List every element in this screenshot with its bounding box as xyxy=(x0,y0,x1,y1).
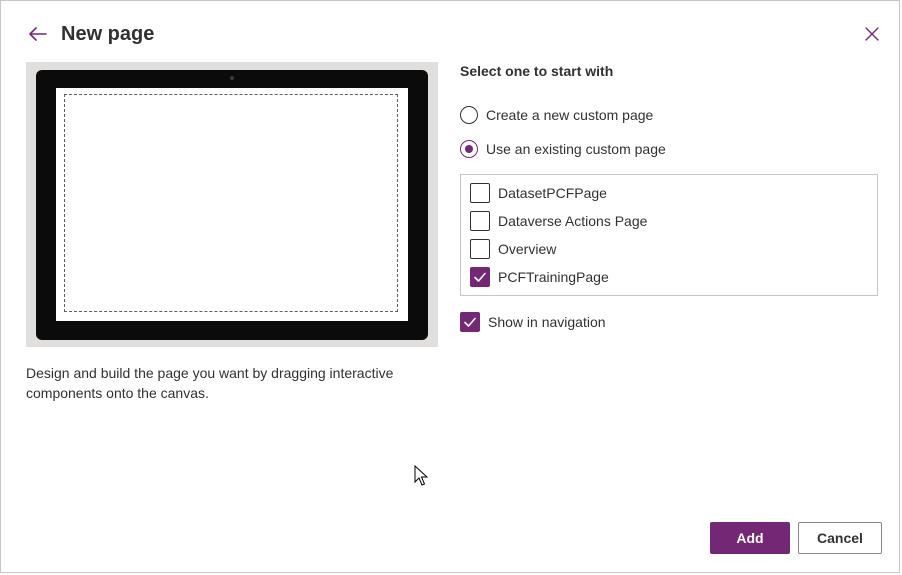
checkbox[interactable] xyxy=(470,211,490,231)
section-label: Select one to start with xyxy=(460,63,614,79)
checkbox[interactable] xyxy=(470,183,490,203)
radio-use-existing[interactable]: Use an existing custom page xyxy=(460,139,666,159)
radio-label: Create a new custom page xyxy=(486,107,654,123)
list-item-pcftrainingpage[interactable]: PCFTrainingPage xyxy=(470,267,609,287)
radio-button-selected[interactable] xyxy=(460,140,478,158)
canvas-placeholder xyxy=(64,94,398,312)
page-description: Design and build the page you want by dr… xyxy=(26,365,394,401)
cancel-button[interactable]: Cancel xyxy=(798,522,882,554)
show-in-navigation-label: Show in navigation xyxy=(488,314,606,330)
list-item-label: PCFTrainingPage xyxy=(498,269,609,285)
back-arrow-icon[interactable] xyxy=(27,23,49,45)
radio-label: Use an existing custom page xyxy=(486,141,666,157)
list-item-label: Overview xyxy=(498,241,557,257)
checkbox-checked[interactable] xyxy=(470,267,490,287)
list-item-label: Dataverse Actions Page xyxy=(498,213,648,229)
list-item-label: DatasetPCFPage xyxy=(498,185,607,201)
radio-button[interactable] xyxy=(460,106,478,124)
mouse-pointer-icon xyxy=(414,464,429,487)
radio-create-new[interactable]: Create a new custom page xyxy=(460,105,653,125)
dialog-header: New page xyxy=(27,19,154,49)
list-item-dataverse-actions-page[interactable]: Dataverse Actions Page xyxy=(470,211,647,231)
checkmark-icon xyxy=(474,272,486,282)
dialog-title: New page xyxy=(61,22,155,45)
checkbox-checked[interactable] xyxy=(460,312,480,332)
checkbox[interactable] xyxy=(470,239,490,259)
close-icon[interactable] xyxy=(861,23,883,45)
list-item-datasetpcfpage[interactable]: DatasetPCFPage xyxy=(470,183,607,203)
show-in-navigation-checkbox[interactable]: Show in navigation xyxy=(460,312,606,332)
tablet-frame xyxy=(36,70,428,340)
page-preview-image xyxy=(26,62,438,347)
new-page-dialog: New page Design and build the page you w… xyxy=(0,0,900,573)
existing-pages-list: DatasetPCFPage Dataverse Actions Page Ov… xyxy=(460,174,878,296)
tablet-screen xyxy=(56,88,408,321)
list-item-overview[interactable]: Overview xyxy=(470,239,556,259)
checkmark-icon xyxy=(464,317,476,327)
add-button[interactable]: Add xyxy=(710,522,790,554)
camera-dot xyxy=(230,76,234,80)
